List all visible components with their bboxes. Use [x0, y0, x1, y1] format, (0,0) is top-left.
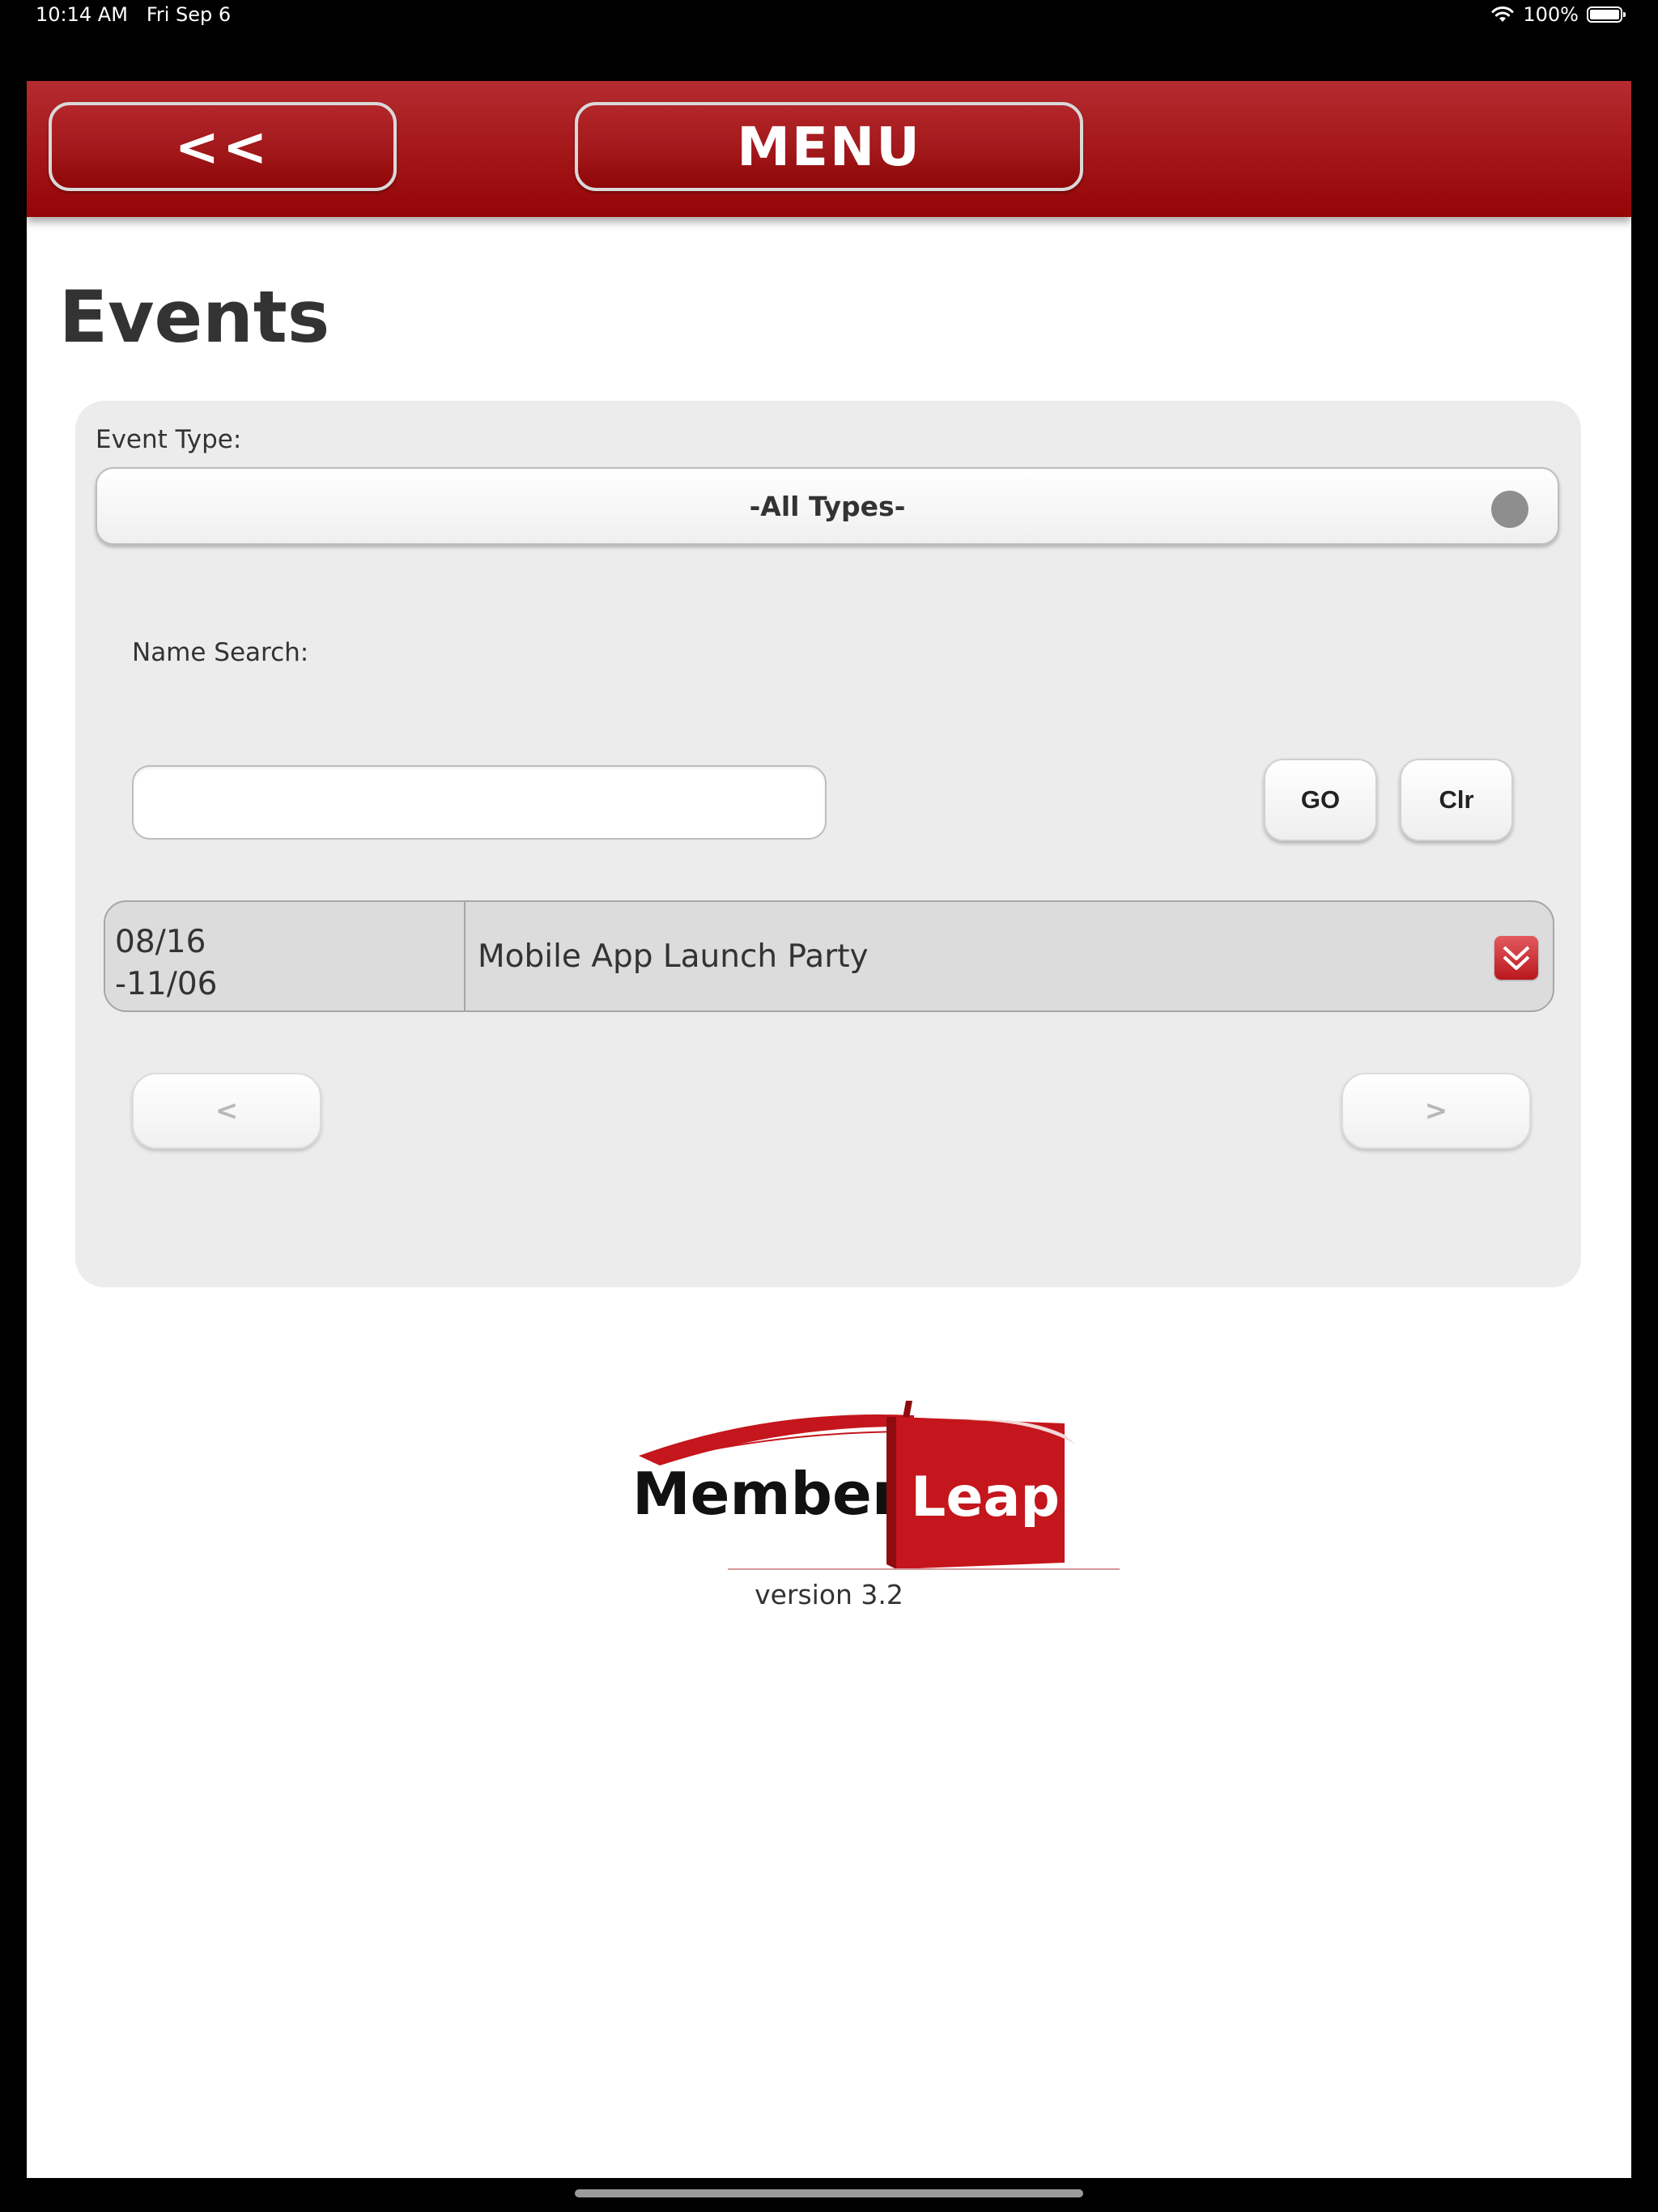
- event-list-item[interactable]: 08/16 -11/06 Mobile App Launch Party: [104, 900, 1554, 1012]
- status-time: 10:14 AM: [36, 3, 128, 26]
- event-type-select[interactable]: -All Types-: [96, 467, 1559, 545]
- header-bar: << MENU: [27, 81, 1631, 217]
- logo-word-leap: Leap: [911, 1465, 1060, 1529]
- event-date-end: -11/06: [115, 966, 218, 1002]
- app-version: version 3.2: [755, 1579, 903, 1610]
- battery-percent: 100%: [1523, 3, 1579, 26]
- name-search-input[interactable]: [132, 765, 827, 840]
- event-type-label: Event Type:: [96, 425, 242, 454]
- event-type-value: -All Types-: [749, 490, 906, 522]
- wifi-icon: [1491, 6, 1514, 22]
- chevron-double-down-icon[interactable]: [1494, 936, 1538, 980]
- app-viewport: << MENU Events Event Type: -All Types- N…: [27, 81, 1631, 2178]
- event-date: 08/16 -11/06: [105, 902, 466, 1010]
- status-bar: 10:14 AM Fri Sep 6 100%: [0, 0, 1658, 32]
- page-title: Events: [59, 275, 330, 359]
- next-page-button[interactable]: >: [1341, 1073, 1531, 1149]
- memberleap-logo: Member Leap: [632, 1401, 1120, 1570]
- event-date-start: 08/16: [115, 924, 206, 960]
- battery-icon: [1587, 6, 1626, 23]
- select-indicator-icon: [1491, 491, 1528, 528]
- home-indicator[interactable]: [575, 2189, 1083, 2197]
- event-name: Mobile App Launch Party: [478, 938, 869, 975]
- menu-button[interactable]: MENU: [575, 102, 1083, 191]
- status-indicators: 100%: [1490, 3, 1626, 26]
- go-button[interactable]: GO: [1264, 759, 1377, 841]
- events-panel: Event Type: -All Types- Name Search: GO …: [75, 401, 1581, 1287]
- logo-word-member: Member: [632, 1460, 901, 1528]
- status-time-date: 10:14 AM Fri Sep 6: [36, 3, 231, 26]
- status-date: Fri Sep 6: [146, 3, 232, 26]
- previous-page-button[interactable]: <: [132, 1073, 321, 1149]
- back-button[interactable]: <<: [49, 102, 397, 191]
- name-search-label: Name Search:: [132, 638, 309, 667]
- clear-button[interactable]: Clr: [1400, 759, 1513, 841]
